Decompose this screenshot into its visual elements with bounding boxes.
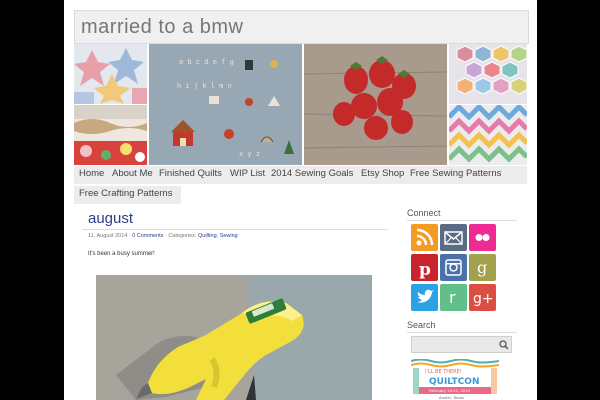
- nav-item-about-me[interactable]: About Me: [112, 168, 153, 179]
- svg-text:p: p: [419, 260, 431, 280]
- quiltcon-badge[interactable]: I'LL BE THERE! QUILTCON February 19-22, …: [411, 359, 499, 400]
- reader-icon[interactable]: r: [440, 284, 467, 311]
- post-image-glue-gun: [96, 275, 372, 400]
- nav-row-1: Home About Me Finished Quilts WIP List 2…: [74, 166, 527, 184]
- nav-item-free-crafting-patterns[interactable]: Free Crafting Patterns: [79, 188, 172, 199]
- post-meta: 11. August 2014 · 0 Comments · Categorie…: [88, 233, 238, 239]
- category-link-quilting[interactable]: Quilting: [198, 233, 217, 239]
- main-content: august 11. August 2014 · 0 Comments · Ca…: [74, 208, 389, 400]
- connect-divider: [407, 220, 517, 221]
- nav-item-wip-list[interactable]: WIP List: [230, 168, 265, 179]
- rss-icon[interactable]: [411, 224, 438, 251]
- search-icon[interactable]: [499, 338, 509, 356]
- sidebar: Connect p g r g+ Search I'LL BE THERE! Q…: [407, 208, 527, 400]
- email-icon[interactable]: [440, 224, 467, 251]
- category-link-sewing[interactable]: Sewing: [220, 233, 238, 239]
- goodreads-icon[interactable]: g: [469, 254, 496, 281]
- site-header: married to a bmw: [74, 10, 529, 44]
- search-box: [411, 336, 512, 356]
- search-divider: [407, 332, 517, 333]
- post-date: 11. August 2014: [88, 233, 128, 239]
- nav-item-etsy-shop[interactable]: Etsy Shop: [361, 168, 404, 179]
- instagram-icon[interactable]: [440, 254, 467, 281]
- nav-item-finished-quilts[interactable]: Finished Quilts: [159, 168, 222, 179]
- connect-heading: Connect: [407, 208, 441, 218]
- twitter-icon[interactable]: [411, 284, 438, 311]
- page-container: married to a bmw a b c d e f g h i j k l…: [64, 0, 537, 400]
- banner-image-quilt-floral: [74, 105, 147, 165]
- banner-image-zigzag-quilt: [449, 105, 527, 165]
- svg-text:g+: g+: [473, 291, 494, 307]
- banner-image-strawberries: [304, 44, 447, 165]
- site-title[interactable]: married to a bmw: [81, 16, 244, 39]
- nav-item-home[interactable]: Home: [79, 168, 104, 179]
- nav-item-sewing-goals[interactable]: 2014 Sewing Goals: [271, 168, 353, 179]
- post-excerpt: It's been a busy summer!: [88, 251, 155, 257]
- post-title-divider: [82, 229, 388, 230]
- banner-image-cross-stitch: a b c d e f g h i j k l m n x y z: [149, 44, 302, 165]
- search-heading: Search: [407, 320, 436, 330]
- pinterest-icon[interactable]: p: [411, 254, 438, 281]
- svg-text:x y z: x y z: [239, 150, 260, 158]
- categories-label: · Categories:: [163, 233, 198, 239]
- comments-link[interactable]: 0 Comments: [132, 233, 163, 239]
- badge-line-1: I'LL BE THERE!: [425, 369, 462, 375]
- header-banner: a b c d e f g h i j k l m n x y z: [74, 44, 527, 165]
- flickr-icon[interactable]: [469, 224, 496, 251]
- google-plus-icon[interactable]: g+: [469, 284, 496, 311]
- badge-line-4: Austin, Texas: [439, 395, 464, 400]
- banner-image-hexagon-quilt: [449, 44, 527, 104]
- search-input[interactable]: [412, 342, 498, 355]
- badge-line-2: QUILTCON: [429, 377, 479, 387]
- main-navigation: Home About Me Finished Quilts WIP List 2…: [74, 166, 527, 204]
- svg-text:g: g: [477, 258, 487, 277]
- svg-text:r: r: [449, 288, 456, 307]
- badge-line-3: February 19-22, 2015: [429, 388, 471, 393]
- post-title[interactable]: august: [88, 210, 133, 227]
- svg-text:h i j k l m n: h i j k l m n: [177, 82, 232, 90]
- svg-text:a b c d e f g: a b c d e f g: [179, 58, 234, 66]
- nav-row-2: Free Crafting Patterns: [74, 186, 181, 204]
- banner-image-quilt-star: [74, 44, 147, 104]
- nav-item-free-sewing-patterns[interactable]: Free Sewing Patterns: [410, 168, 501, 179]
